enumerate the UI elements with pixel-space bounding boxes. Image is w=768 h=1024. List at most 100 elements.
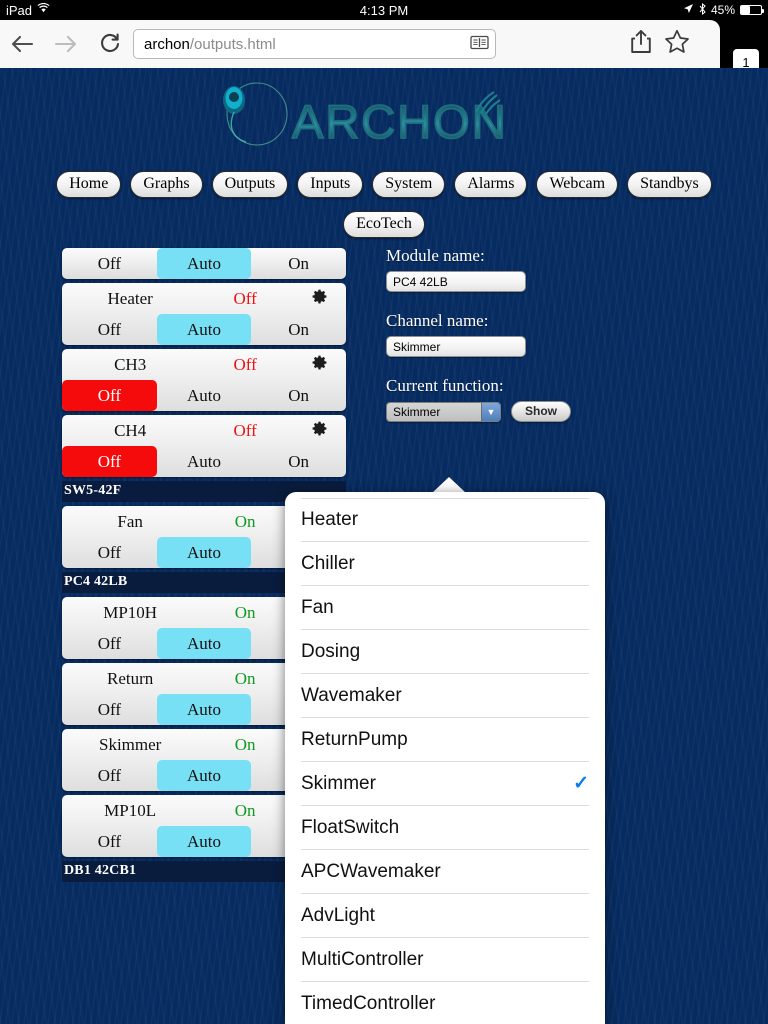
dropdown-option[interactable]: FloatSwitch✓ — [301, 806, 589, 850]
status-left: iPad — [6, 3, 50, 18]
output-card: Heater Off Off Auto On — [62, 283, 346, 345]
dropdown-option[interactable]: MultiController✓ — [301, 938, 589, 982]
output-mode-button-off[interactable]: Off — [62, 248, 157, 279]
battery-percent-label: 45% — [710, 3, 735, 17]
output-mode-button-on[interactable]: On — [251, 248, 346, 279]
dropdown-option-label: APCWavemaker — [301, 860, 441, 882]
output-mode-button-auto[interactable]: Auto — [157, 446, 252, 477]
output-mode-button-auto[interactable]: Auto — [156, 760, 252, 791]
dropdown-option-label: ReturnPump — [301, 728, 408, 750]
status-clock: 4:13 PM — [359, 2, 409, 18]
nav-item-inputs[interactable]: Inputs — [297, 171, 364, 199]
output-mode-button-auto[interactable]: Auto — [156, 314, 252, 345]
gear-icon[interactable] — [292, 289, 346, 309]
dropdown-option-list: Heater✓Chiller✓Fan✓Dosing✓Wavemaker✓Retu… — [285, 492, 605, 1024]
nav-item-graphs[interactable]: Graphs — [130, 171, 203, 199]
nav-item-webcam[interactable]: Webcam — [536, 171, 619, 199]
output-mode-button-on[interactable]: On — [251, 380, 346, 411]
gear-icon[interactable] — [292, 355, 346, 375]
site-logo: ARCHON — [210, 80, 510, 150]
dropdown-option[interactable]: TimedController✓ — [301, 982, 589, 1024]
output-mode-button-auto[interactable]: Auto — [156, 628, 252, 659]
dropdown-option[interactable]: Dosing✓ — [301, 630, 589, 674]
output-mode-button-on[interactable]: On — [251, 446, 346, 477]
module-name-label: Module name: — [386, 246, 485, 265]
output-mode-button-off[interactable]: Off — [62, 380, 157, 411]
dropdown-option-label: AdvLight — [301, 904, 375, 926]
output-card: Off Auto On — [62, 248, 346, 279]
dropdown-option-label: Heater — [301, 509, 359, 530]
dropdown-option-label: TimedController — [301, 992, 436, 1014]
nav-item-standbys[interactable]: Standbys — [627, 171, 712, 199]
dropdown-option-label: Skimmer — [301, 772, 376, 794]
wifi-icon — [37, 2, 50, 16]
nav-item-ecotech[interactable]: EcoTech — [343, 211, 425, 239]
output-status-badge: On — [234, 800, 256, 820]
popover-arrow — [432, 477, 466, 493]
forward-arrow-icon[interactable] — [44, 20, 88, 68]
secondary-nav: EcoTech — [0, 211, 768, 239]
web-page: ARCHON Home Graphs Outputs Inputs System… — [0, 68, 768, 1024]
reader-view-icon[interactable] — [470, 35, 489, 54]
output-mode-button-auto[interactable]: Auto — [157, 380, 252, 411]
nav-item-outputs[interactable]: Outputs — [211, 171, 289, 199]
output-mode-button-auto[interactable]: Auto — [156, 826, 252, 857]
output-card: CH4 Off Off Auto On — [62, 415, 346, 477]
output-name: MP10H — [103, 602, 158, 622]
output-card-header: CH3 Off — [62, 349, 346, 380]
current-function-value: Skimmer — [387, 402, 481, 421]
output-name: CH4 — [114, 420, 147, 440]
output-mode-button-off[interactable]: Off — [62, 537, 157, 568]
output-name: Skimmer — [98, 734, 162, 754]
nav-item-system[interactable]: System — [372, 171, 446, 199]
show-button[interactable]: Show — [511, 401, 571, 422]
current-function-select[interactable]: Skimmer ▼ — [386, 401, 501, 422]
output-mode-button-off[interactable]: Off — [62, 694, 157, 725]
dropdown-option[interactable]: Heater✓ — [301, 498, 589, 542]
function-dropdown-popover: Heater✓Chiller✓Fan✓Dosing✓Wavemaker✓Retu… — [285, 492, 605, 1024]
output-mode-button-on[interactable]: On — [251, 314, 346, 345]
output-mode-button-off[interactable]: Off — [62, 628, 157, 659]
share-icon[interactable] — [630, 29, 652, 59]
function-select-row: Skimmer ▼ Show — [386, 401, 686, 422]
device-label: iPad — [6, 2, 33, 18]
back-arrow-icon[interactable] — [0, 20, 44, 68]
output-status-badge: On — [234, 511, 256, 531]
output-card: CH3 Off Off Auto On — [62, 349, 346, 411]
output-mode-buttons: OffAutoOn — [62, 446, 346, 477]
module-name-input[interactable] — [386, 271, 526, 292]
channel-name-input[interactable] — [386, 336, 526, 357]
reload-icon[interactable] — [88, 20, 132, 68]
output-mode-button-off[interactable]: Off — [62, 760, 157, 791]
output-mode-button-off[interactable]: Off — [62, 826, 157, 857]
ios-status-bar: iPad 4:13 PM 45% — [0, 0, 768, 20]
checkmark-icon: ✓ — [573, 773, 589, 794]
dropdown-option[interactable]: APCWavemaker✓ — [301, 850, 589, 894]
bluetooth-icon — [699, 2, 706, 18]
address-bar[interactable]: archon/outputs.html — [133, 29, 496, 59]
output-mode-button-auto[interactable]: Auto — [156, 694, 252, 725]
output-name: Return — [107, 668, 154, 688]
channel-name-label: Channel name: — [386, 311, 489, 330]
gear-icon[interactable] — [292, 421, 346, 441]
dropdown-option[interactable]: AdvLight✓ — [301, 894, 589, 938]
dropdown-option-label: FloatSwitch — [301, 816, 400, 838]
nav-item-home[interactable]: Home — [56, 171, 122, 199]
output-mode-button-off[interactable]: Off — [62, 314, 157, 345]
toolbar-actions — [630, 20, 690, 68]
dropdown-option[interactable]: Chiller✓ — [301, 542, 589, 586]
dropdown-option-label: Fan — [301, 596, 334, 618]
output-mode-button-auto[interactable]: Auto — [156, 537, 252, 568]
primary-nav: Home Graphs Outputs Inputs System Alarms… — [0, 171, 768, 199]
dropdown-option[interactable]: Wavemaker✓ — [301, 674, 589, 718]
dropdown-option-label: Wavemaker — [301, 684, 402, 706]
dropdown-option[interactable]: Fan✓ — [301, 586, 589, 630]
output-mode-button-off[interactable]: Off — [62, 446, 157, 477]
output-status-badge: On — [234, 668, 256, 688]
safari-toolbar: archon/outputs.html 1 — [0, 20, 768, 75]
dropdown-option[interactable]: ReturnPump✓ — [301, 718, 589, 762]
star-icon[interactable] — [664, 29, 690, 59]
nav-item-alarms[interactable]: Alarms — [454, 171, 528, 199]
output-mode-button-auto[interactable]: Auto — [156, 248, 252, 279]
dropdown-option[interactable]: Skimmer ✓ — [301, 762, 589, 806]
